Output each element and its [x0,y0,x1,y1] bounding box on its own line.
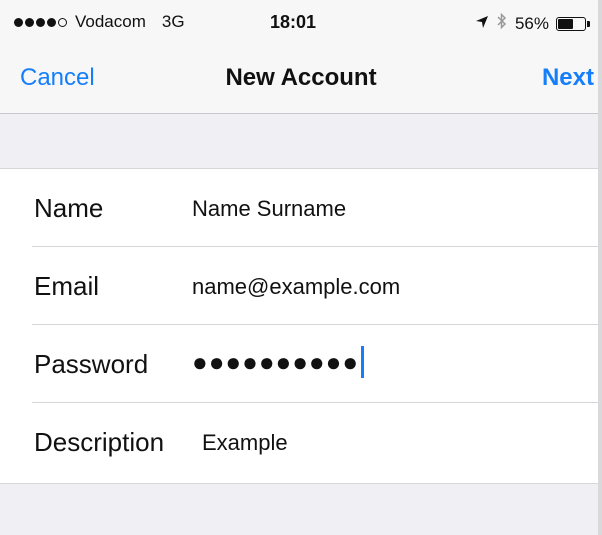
carrier-label: Vodacom [75,12,146,31]
battery-icon [556,16,590,31]
email-row[interactable]: Email name@example.com [0,247,602,325]
description-row[interactable]: Description Example [0,403,602,481]
password-label: Password [34,349,149,379]
new-account-screen: Vodacom 3G 18:01 56% Cancel New Account … [0,0,602,535]
status-right: 56% [475,12,590,35]
battery-percent: 56% [514,13,549,33]
description-label: Description [34,427,165,457]
text-cursor [361,346,365,378]
password-value: ●●●●●●●●●● [192,346,360,377]
email-label: Email [34,271,100,301]
email-field[interactable]: name@example.com [192,274,572,300]
account-form: Name Name Surname Email name@example.com… [0,168,602,484]
location-arrow-icon [475,14,489,34]
signal-strength-icon [14,17,67,27]
next-button[interactable]: Next [542,64,594,92]
status-bar: Vodacom 3G 18:01 56% [0,0,602,44]
status-left: Vodacom 3G [14,12,185,32]
password-field[interactable]: ●●●●●●●●●● [192,346,365,378]
network-label: 3G [161,12,185,31]
navigation-bar: Cancel New Account Next [0,44,602,114]
page-title: New Account [225,64,377,91]
status-time: 18:01 [270,12,317,32]
name-row[interactable]: Name Name Surname [0,169,602,247]
description-field[interactable]: Example [202,430,582,456]
password-row[interactable]: Password ●●●●●●●●●● [0,325,602,403]
name-field[interactable]: Name Surname [192,196,572,222]
bluetooth-icon [496,12,508,35]
name-label: Name [34,193,104,223]
